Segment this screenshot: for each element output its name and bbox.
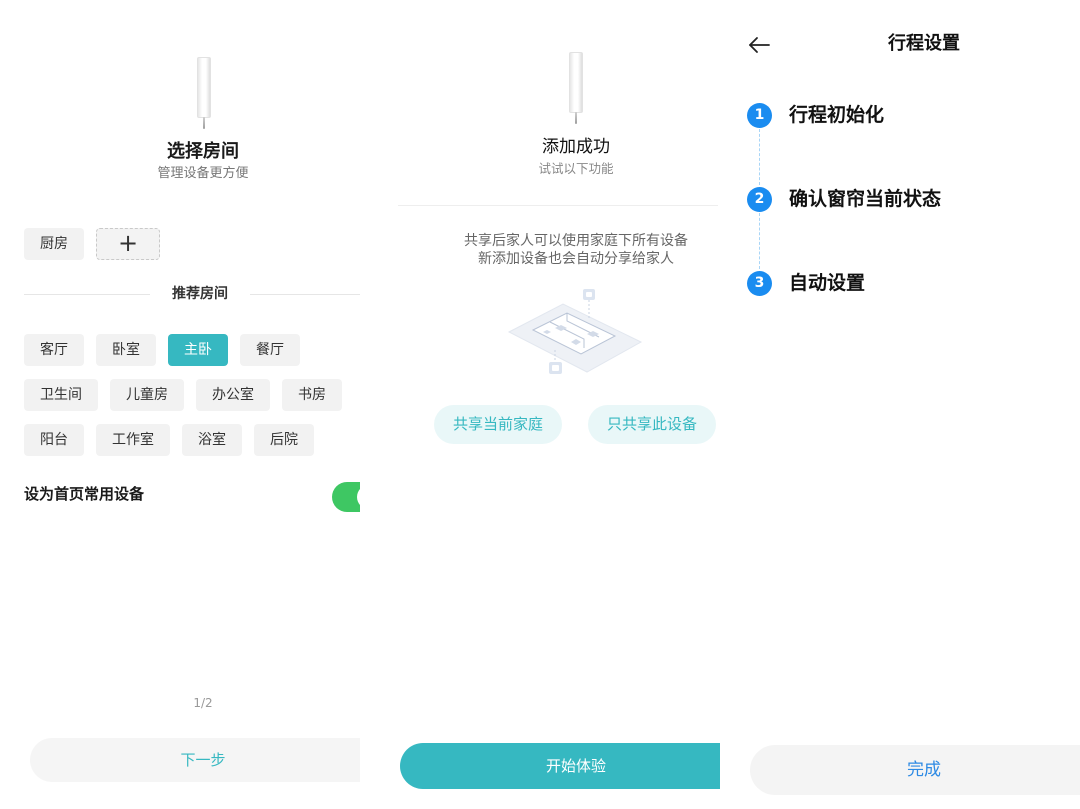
success-subtitle: 试试以下功能	[538, 161, 614, 176]
add-room-button[interactable]: +	[96, 228, 160, 260]
recommended-room-chip[interactable]: 客厅	[24, 334, 84, 366]
favorite-toggle[interactable]	[332, 482, 360, 512]
share-description-line: 新添加设备也会自动分享给家人	[478, 251, 674, 267]
add-success-panel: 添加成功 试试以下功能 共享后家人可以使用家庭下所有设备 新添加设备也会自动分享…	[360, 0, 720, 809]
step-number-badge: 1	[747, 103, 772, 128]
curtain-motor-image	[197, 57, 211, 118]
page-title: 选择房间	[167, 141, 239, 162]
divider-line	[250, 293, 360, 295]
step-label: 自动设置	[789, 272, 866, 294]
curtain-motor-image	[569, 52, 583, 113]
travel-settings-panel: 行程设置 1 行程初始化 2 确认窗帘当前状态 3 自动设置 完成	[720, 0, 1080, 809]
page-subtitle: 管理设备更方便	[157, 166, 249, 181]
recommended-room-chip[interactable]: 主卧	[168, 334, 228, 366]
recommended-room-chip[interactable]: 卫生间	[24, 379, 98, 411]
start-button[interactable]: 开始体验	[400, 743, 720, 789]
step-number-badge: 2	[747, 187, 772, 212]
page-indicator: 1/2	[193, 696, 213, 710]
done-button[interactable]: 完成	[750, 745, 1080, 795]
section-header: 推荐房间	[172, 286, 228, 302]
recommended-room-chip[interactable]: 办公室	[196, 379, 270, 411]
share-description-line: 共享后家人可以使用家庭下所有设备	[464, 233, 688, 249]
divider-line	[24, 293, 150, 295]
arrow-left-icon[interactable]	[748, 36, 770, 54]
step-connector	[759, 129, 760, 185]
share-description: 共享后家人可以使用家庭下所有设备 新添加设备也会自动分享给家人	[432, 232, 720, 268]
recommended-room-chip[interactable]: 餐厅	[240, 334, 300, 366]
curtain-motor-tip	[575, 112, 577, 124]
recommended-room-chip[interactable]: 后院	[254, 424, 314, 456]
recommended-room-chip[interactable]: 书房	[282, 379, 342, 411]
recommended-rooms-list: 客厅 卧室 主卧 餐厅 卫生间 儿童房 办公室 书房 阳台 工作室 浴室 后院	[24, 334, 354, 456]
settings-title: 行程设置	[888, 33, 960, 54]
recommended-room-chip[interactable]: 浴室	[182, 424, 242, 456]
favorite-device-label: 设为首页常用设备	[24, 485, 145, 503]
home-floorplan-illustration	[507, 289, 643, 374]
recommended-rooms-divider: 推荐房间	[24, 284, 360, 304]
recommended-room-chip[interactable]: 儿童房	[110, 379, 184, 411]
share-home-button[interactable]: 共享当前家庭	[434, 405, 562, 444]
share-device-button[interactable]: 只共享此设备	[588, 405, 716, 444]
plus-icon: +	[117, 229, 139, 257]
success-title: 添加成功	[542, 137, 610, 157]
step-number-badge: 3	[747, 271, 772, 296]
divider	[398, 205, 718, 206]
step-label: 确认窗帘当前状态	[789, 188, 942, 210]
recommended-room-chip[interactable]: 卧室	[96, 334, 156, 366]
curtain-motor-tip	[203, 117, 205, 129]
room-select-panel: 选择房间 管理设备更方便 厨房 + 推荐房间 客厅 卧室 主卧 餐厅 卫生间 儿…	[0, 0, 360, 809]
step-label: 行程初始化	[789, 104, 885, 126]
step-connector	[759, 213, 760, 269]
next-step-button[interactable]: 下一步	[30, 738, 360, 782]
existing-room-chip[interactable]: 厨房	[24, 228, 84, 260]
recommended-room-chip[interactable]: 工作室	[96, 424, 170, 456]
recommended-room-chip[interactable]: 阳台	[24, 424, 84, 456]
